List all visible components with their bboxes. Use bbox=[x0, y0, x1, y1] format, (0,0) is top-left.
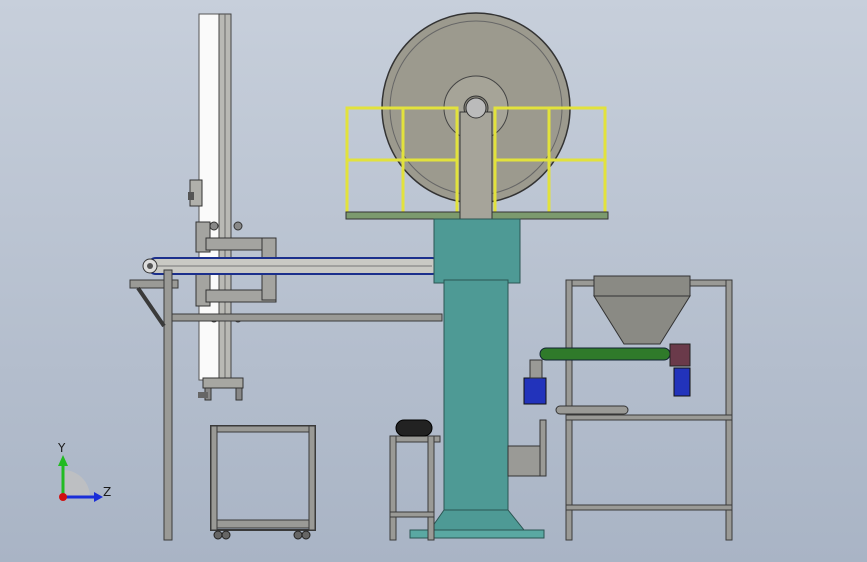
collection-cart bbox=[210, 425, 316, 540]
y-axis-arrow bbox=[58, 455, 68, 466]
cylinder-actuator bbox=[555, 405, 629, 415]
feeder-motor bbox=[523, 359, 547, 405]
column-bracket bbox=[507, 419, 547, 477]
vertical-mast bbox=[198, 13, 232, 381]
z-axis-arrow bbox=[94, 492, 103, 502]
triad-origin bbox=[59, 493, 67, 501]
screw-feeder bbox=[539, 343, 691, 397]
gripper-head bbox=[198, 377, 244, 401]
belt-conveyor bbox=[142, 257, 441, 275]
roller-stand bbox=[389, 419, 441, 541]
machine-assembly-drawing bbox=[58, 12, 733, 541]
z-axis-label: Z bbox=[103, 485, 112, 499]
cad-viewport[interactable]: Y Z bbox=[0, 0, 867, 562]
mast-sensor bbox=[188, 179, 203, 207]
axis-triad bbox=[58, 455, 103, 502]
y-axis-label: Y bbox=[58, 441, 66, 455]
material-hopper bbox=[593, 275, 691, 345]
